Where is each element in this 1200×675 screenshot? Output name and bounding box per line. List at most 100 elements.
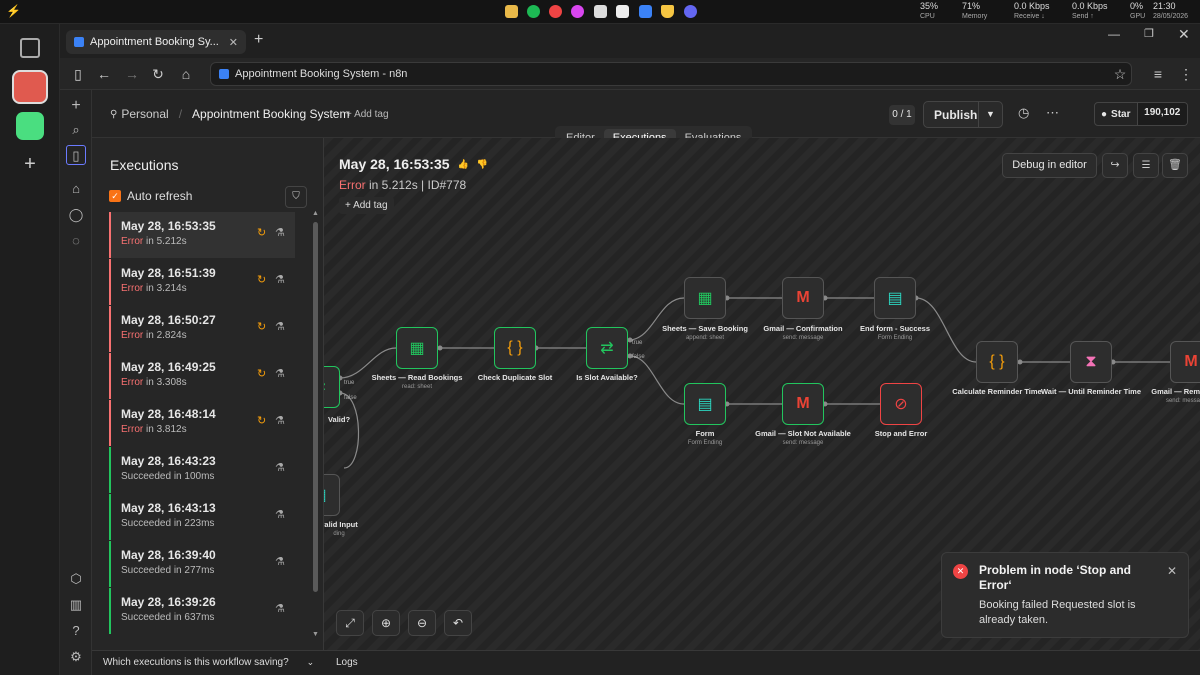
fit-view-icon[interactable]: ⤢ (336, 610, 364, 636)
panda-app-icon[interactable] (16, 112, 44, 140)
node-gmail-slot-not-available[interactable]: M (782, 383, 824, 425)
close-tab-icon[interactable]: ✕ (229, 36, 238, 49)
execution-item[interactable]: May 28, 16:48:14 Error in 3.812s ↻ ⚗ (109, 400, 295, 446)
execution-item[interactable]: May 28, 16:43:13 Succeeded in 223ms ⚗ (109, 494, 295, 540)
thumbs-up-icon[interactable]: 👍 (458, 159, 469, 170)
close-toast-icon[interactable]: ✕ (1167, 564, 1177, 578)
spotify-app-icon[interactable] (527, 5, 540, 18)
more-options-icon[interactable]: ⋯ (1046, 105, 1059, 121)
app-icon[interactable] (661, 5, 674, 18)
forward-icon[interactable]: → (122, 64, 142, 84)
thumbs-down-icon[interactable]: 👎 (477, 159, 488, 170)
execution-item[interactable]: May 28, 16:51:39 Error in 3.214s ↻ ⚗ (109, 259, 295, 305)
url-field[interactable]: Appointment Booking System - n8n (210, 62, 1132, 86)
templates-icon[interactable]: ⬡ (66, 569, 86, 589)
scroll-up-icon[interactable]: ▲ (312, 210, 319, 217)
node-stop-and-error[interactable]: ⊘ (880, 383, 922, 425)
chat-icon[interactable]: ◌ (66, 231, 86, 251)
app-icon[interactable] (684, 5, 697, 18)
minimize-button[interactable]: — (1108, 27, 1120, 41)
node-calculate-reminder-time[interactable]: { } (976, 341, 1018, 383)
sidebar-toggle-icon[interactable]: ▯ (68, 64, 88, 84)
user-icon[interactable]: ◯ (66, 205, 86, 225)
execution-item[interactable]: May 28, 16:49:25 Error in 3.308s ↻ ⚗ (109, 353, 295, 399)
node-is-slot-available[interactable]: ⇄ (586, 327, 628, 369)
node-gmail-reminder[interactable]: M (1170, 341, 1200, 383)
clock[interactable]: 21:30 28/05/2026 (1153, 2, 1188, 21)
node-end-form-success[interactable]: ▤ (874, 277, 916, 319)
flask-icon[interactable]: ⚗ (275, 461, 285, 474)
execution-item[interactable]: May 28, 16:53:35 Error in 5.212s ↻ ⚗ (109, 212, 295, 258)
filter-button[interactable]: ⛉ (285, 186, 307, 208)
home-icon[interactable]: ⌂ (176, 64, 196, 84)
browser-tab[interactable]: Appointment Booking Sy... ✕ (66, 30, 246, 54)
debug-in-editor-button[interactable]: Debug in editor (1002, 153, 1097, 178)
execution-item[interactable]: May 28, 16:39:26 Succeeded in 637ms ⚗ (109, 588, 295, 634)
executions-saving-dropdown[interactable]: Which executions is this workflow saving… (103, 657, 314, 668)
node-invalid-input-form[interactable]: ▤ (324, 474, 340, 516)
insights-icon[interactable]: ▥ (66, 595, 86, 615)
execution-item[interactable]: May 28, 16:39:40 Succeeded in 277ms ⚗ (109, 541, 295, 587)
app-icon[interactable] (639, 5, 652, 18)
delete-execution-icon[interactable]: 🗑 (1162, 153, 1188, 178)
scroll-down-icon[interactable]: ▼ (312, 631, 319, 638)
add-icon[interactable]: + (66, 96, 86, 116)
node-sheets-read-bookings[interactable]: ▦ (396, 327, 438, 369)
retry-icon[interactable]: ↻ (257, 273, 266, 286)
app-icon[interactable] (549, 5, 562, 18)
node-check-duplicate-slot[interactable]: { } (494, 327, 536, 369)
flask-icon[interactable]: ⚗ (275, 273, 285, 286)
reload-icon[interactable]: ↻ (148, 64, 168, 84)
retry-icon[interactable]: ↻ (257, 320, 266, 333)
bookmark-star-icon[interactable]: ☆ (1110, 64, 1130, 84)
notion-app-icon[interactable] (616, 5, 629, 18)
execution-item[interactable]: May 28, 16:43:23 Succeeded in 100ms ⚗ (109, 447, 295, 493)
node-gmail-confirmation[interactable]: M (782, 277, 824, 319)
retry-icon[interactable]: ↻ (257, 414, 266, 427)
zoom-out-icon[interactable]: ⊖ (408, 610, 436, 636)
settings-icon[interactable]: ⚙ (66, 647, 86, 667)
help-icon[interactable]: ? (66, 621, 86, 641)
node-sheets-save-booking[interactable]: ▦ (684, 277, 726, 319)
app-icon[interactable] (571, 5, 584, 18)
executions-scrollbar[interactable] (313, 222, 318, 592)
github-star-button[interactable]: ● Star 190,102 (1094, 102, 1188, 126)
publish-button[interactable]: Publish ▼ (923, 101, 1003, 128)
flask-icon[interactable]: ⚗ (275, 367, 285, 380)
workflow-name[interactable]: Appointment Booking System (192, 107, 349, 121)
flask-icon[interactable]: ⚗ (275, 226, 285, 239)
flask-icon[interactable]: ⚗ (275, 602, 285, 615)
retry-icon[interactable]: ↻ (257, 226, 266, 239)
flask-icon[interactable]: ⚗ (275, 508, 285, 521)
panel-toggle-icon[interactable]: ▯ (66, 145, 86, 165)
plus-icon[interactable]: + (20, 154, 40, 174)
history-icon[interactable]: ◷ (1018, 105, 1029, 121)
chevron-down-icon[interactable]: ▼ (978, 102, 1002, 127)
more-icon[interactable]: ⋮ (1176, 64, 1196, 84)
close-window-button[interactable]: ✕ (1178, 26, 1190, 43)
flask-icon[interactable]: ⚗ (275, 320, 285, 333)
project-link[interactable]: Personal (121, 107, 168, 121)
retry-execution-icon[interactable]: ↪ (1102, 153, 1128, 178)
node-form-ending[interactable]: ▤ (684, 383, 726, 425)
back-icon[interactable]: ← (94, 64, 114, 84)
app-launcher-icon[interactable]: ⚡ (6, 4, 21, 18)
logs-panel-toggle[interactable]: Logs (336, 657, 358, 668)
flask-icon[interactable]: ⚗ (275, 414, 285, 427)
flask-icon[interactable]: ⚗ (275, 555, 285, 568)
auto-refresh-checkbox[interactable]: ✓ Auto refresh (109, 189, 192, 203)
ninja-app-icon[interactable] (12, 70, 48, 104)
annotate-icon[interactable]: ☰ (1133, 153, 1159, 178)
terminal-app-icon[interactable] (594, 5, 607, 18)
undo-icon[interactable]: ↶ (444, 610, 472, 636)
node-is-valid[interactable]: ⇄ (324, 366, 340, 408)
grid-icon[interactable] (20, 38, 40, 58)
retry-icon[interactable]: ↻ (257, 367, 266, 380)
new-tab-button[interactable]: + (254, 31, 263, 49)
node-wait-until-reminder[interactable]: ⧗ (1070, 341, 1112, 383)
execution-item[interactable]: May 28, 16:50:27 Error in 2.824s ↻ ⚗ (109, 306, 295, 352)
zoom-in-icon[interactable]: ⊕ (372, 610, 400, 636)
search-icon[interactable]: ⌕ (66, 120, 86, 140)
folder-app-icon[interactable] (505, 5, 518, 18)
menu-icon[interactable]: ≡ (1148, 64, 1168, 84)
